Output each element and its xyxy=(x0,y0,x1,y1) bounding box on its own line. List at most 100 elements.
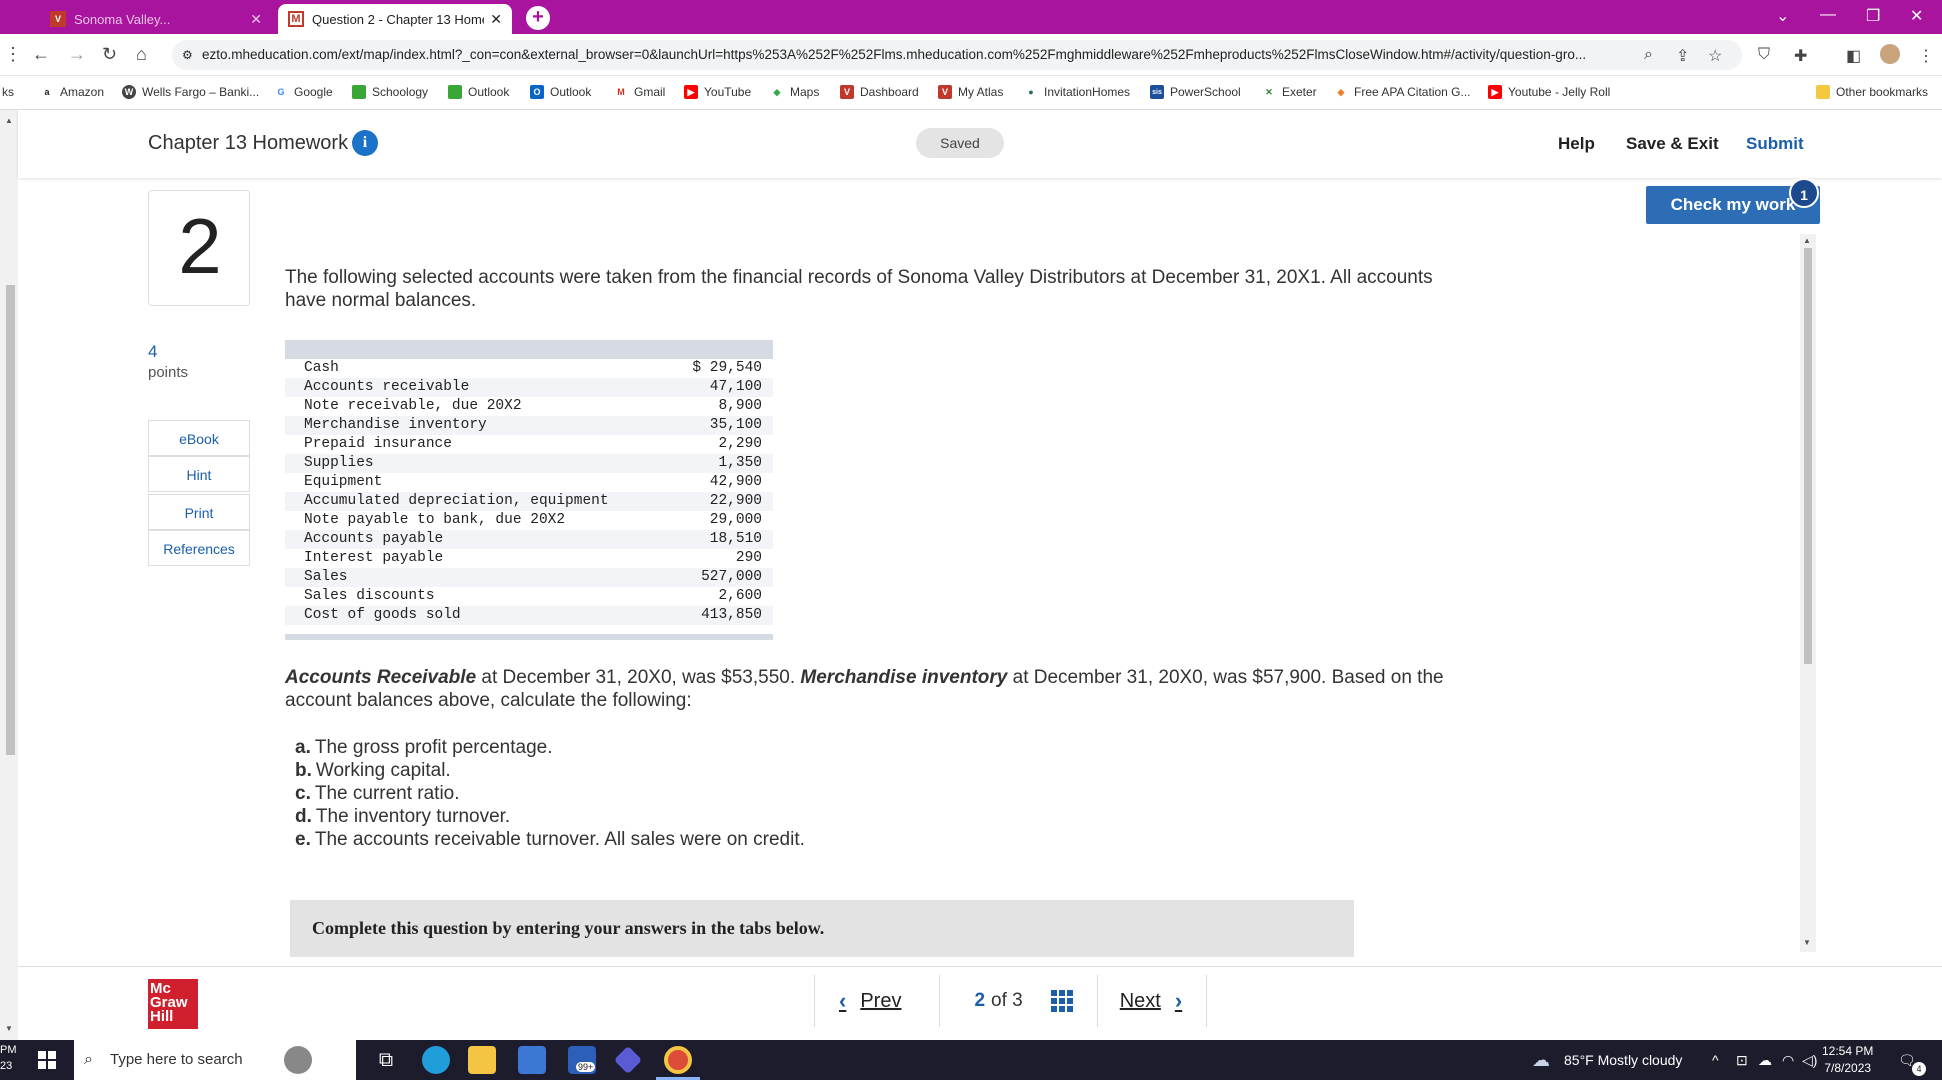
bookmark-schoology[interactable]: Schoology xyxy=(352,85,428,99)
powerschool-icon: sis xyxy=(1150,85,1164,99)
close-tab-icon[interactable]: ✕ xyxy=(250,11,262,28)
taskbar-search-input[interactable]: ⌕ Type here to search xyxy=(74,1040,356,1080)
task-view-icon[interactable]: ⧉ xyxy=(372,1046,400,1074)
help-link[interactable]: Help xyxy=(1558,134,1595,154)
onedrive-cloud-icon[interactable]: ☁ xyxy=(1758,1040,1772,1080)
chrome-icon[interactable] xyxy=(664,1046,692,1074)
bookmark-google[interactable]: G Google xyxy=(274,85,333,99)
forward-arrow-icon[interactable]: → xyxy=(68,44,86,65)
exeter-icon: ✕ xyxy=(1262,85,1276,99)
restore-icon[interactable]: ❐ xyxy=(1866,6,1880,26)
bookmark-outlook-2[interactable]: O Outlook xyxy=(530,85,591,99)
wifi-icon[interactable]: ◠ xyxy=(1782,1040,1794,1080)
file-explorer-icon[interactable] xyxy=(468,1046,496,1074)
bookmark-wells-fargo[interactable]: W Wells Fargo – Banki... xyxy=(122,85,259,99)
question-grid-icon[interactable] xyxy=(1050,990,1073,1012)
next-button[interactable]: Next › xyxy=(1098,988,1206,1014)
scroll-up-icon[interactable]: ▲ xyxy=(5,116,13,125)
browser-tab-active[interactable]: M Question 2 - Chapter 13 Home ✕ xyxy=(278,4,512,34)
weather-text[interactable]: 85°F Mostly cloudy xyxy=(1564,1040,1682,1080)
mcgraw-hill-favicon-icon: M xyxy=(288,11,304,27)
ebook-button[interactable]: eBook xyxy=(148,420,250,456)
page-indicator[interactable]: 2 of 3 xyxy=(940,990,1096,1012)
home-icon[interactable]: ⌂ xyxy=(136,44,147,65)
instructions-text: Complete this question by entering your … xyxy=(312,918,825,938)
side-panel-icon[interactable]: ◧ xyxy=(1846,46,1861,66)
share-icon[interactable]: ⇪ xyxy=(1676,46,1689,66)
requirement-text: Working capital. xyxy=(315,760,451,781)
new-tab-button[interactable]: + xyxy=(526,6,550,30)
bookmark-exeter[interactable]: ✕ Exeter xyxy=(1262,85,1317,99)
shield-extension-icon[interactable]: ⛉ xyxy=(1758,46,1770,64)
bookmark-gmail[interactable]: M Gmail xyxy=(614,85,665,99)
profile-avatar[interactable] xyxy=(1880,44,1900,64)
tray-chevron-icon[interactable]: ^ xyxy=(1712,1040,1719,1080)
edge-icon[interactable] xyxy=(422,1046,450,1074)
extensions-puzzle-icon[interactable]: ✚ xyxy=(1794,46,1807,66)
bookmark-label: Wells Fargo – Banki... xyxy=(142,85,260,99)
other-bookmarks[interactable]: Other bookmarks xyxy=(1816,85,1928,99)
list-item: d. The inventory turnover. xyxy=(295,805,805,828)
browser-tab-bar: V Sonoma Valley... ✕ M Question 2 - Chap… xyxy=(0,0,1942,34)
pagination: ‹ Prev 2 of 3 Next › xyxy=(814,975,1208,1027)
bookmark-youtube-jelly-roll[interactable]: ▶ Youtube - Jelly Roll xyxy=(1488,85,1610,99)
table-row: Note payable to bank, due 20X2 29,000 xyxy=(285,511,773,530)
bookmark-dashboard[interactable]: V Dashboard xyxy=(840,85,919,99)
bookmark-powerschool[interactable]: sis PowerSchool xyxy=(1150,85,1241,99)
requirement-letter: c. xyxy=(295,783,311,804)
ar-label: Accounts Receivable xyxy=(285,667,477,688)
save-exit-link[interactable]: Save & Exit xyxy=(1626,134,1719,154)
print-button[interactable]: Print xyxy=(148,494,250,530)
bookmark-outlook-1[interactable]: Outlook xyxy=(448,85,509,99)
windows-start-icon[interactable] xyxy=(38,1051,56,1069)
site-info-icon[interactable]: ⚙ xyxy=(182,40,193,70)
table-row: Interest payable 290 xyxy=(285,549,773,568)
store-icon[interactable] xyxy=(518,1046,546,1074)
kebab-menu-icon[interactable]: ⋮ xyxy=(4,44,22,65)
info-icon[interactable]: i xyxy=(352,130,378,156)
app-icon[interactable] xyxy=(613,1045,643,1075)
submit-link[interactable]: Submit xyxy=(1746,134,1804,154)
account-amount: 413,850 xyxy=(701,607,762,623)
chrome-menu-icon[interactable]: ⋮ xyxy=(1918,46,1934,66)
scroll-down-icon[interactable]: ▼ xyxy=(5,1024,13,1033)
bookmark-cut-label: ks xyxy=(2,85,14,99)
mail-icon[interactable]: 99+ xyxy=(568,1046,596,1074)
saved-status-badge: Saved xyxy=(916,128,1004,158)
requirement-letter: b. xyxy=(295,760,312,781)
bookmark-star-icon[interactable]: ☆ xyxy=(1708,46,1722,66)
taskbar-clock[interactable]: 12:54 PM 7/8/2023 xyxy=(1822,1043,1873,1077)
zoom-icon[interactable]: ⌕ xyxy=(1644,46,1653,64)
tray-app-icon[interactable]: ⊡ xyxy=(1736,1040,1748,1080)
account-name: Sales discounts xyxy=(304,588,435,604)
minimize-icon[interactable]: — xyxy=(1820,6,1836,24)
question-scrollbar[interactable]: ▲ ▼ xyxy=(1800,234,1816,952)
list-item: c. The current ratio. xyxy=(295,782,805,805)
scroll-up-icon[interactable]: ▲ xyxy=(1803,236,1811,245)
maps-icon: ◆ xyxy=(770,85,784,99)
hint-button[interactable]: Hint xyxy=(148,456,250,492)
close-tab-icon[interactable]: ✕ xyxy=(490,11,502,28)
page-scrollbar[interactable]: ▲ ▼ xyxy=(0,110,18,1040)
scroll-down-icon[interactable]: ▼ xyxy=(1803,938,1811,947)
bookmark-apa-citation[interactable]: ◈ Free APA Citation G... xyxy=(1334,85,1471,99)
bookmark-maps[interactable]: ◆ Maps xyxy=(770,85,819,99)
url-field[interactable]: ⚙ ezto.mheducation.com/ext/map/index.htm… xyxy=(172,40,1742,70)
references-button[interactable]: References xyxy=(148,530,250,566)
headset-icon[interactable] xyxy=(284,1046,312,1074)
reload-icon[interactable]: ↻ xyxy=(102,44,117,65)
bookmark-youtube[interactable]: ▶ YouTube xyxy=(684,85,751,99)
browser-tab-inactive[interactable]: V Sonoma Valley... ✕ xyxy=(40,4,272,34)
bookmark-my-atlas[interactable]: V My Atlas xyxy=(938,85,1003,99)
tab-search-chevron-icon[interactable]: ⌄ xyxy=(1776,6,1789,26)
bookmark-amazon[interactable]: a Amazon xyxy=(40,85,104,99)
page-scrollbar-thumb[interactable] xyxy=(6,285,15,755)
bookmarks-bar: ks a Amazon W Wells Fargo – Banki... G Goog… xyxy=(0,76,1942,110)
bookmark-label: Youtube - Jelly Roll xyxy=(1508,85,1611,99)
prev-button[interactable]: ‹ Prev xyxy=(815,988,939,1014)
volume-icon[interactable]: ◁) xyxy=(1802,1040,1817,1080)
back-arrow-icon[interactable]: ← xyxy=(32,44,50,65)
bookmark-invitationhomes[interactable]: ● InvitationHomes xyxy=(1024,85,1130,99)
close-window-icon[interactable]: ✕ xyxy=(1910,6,1923,26)
question-scrollbar-thumb[interactable] xyxy=(1804,248,1812,664)
